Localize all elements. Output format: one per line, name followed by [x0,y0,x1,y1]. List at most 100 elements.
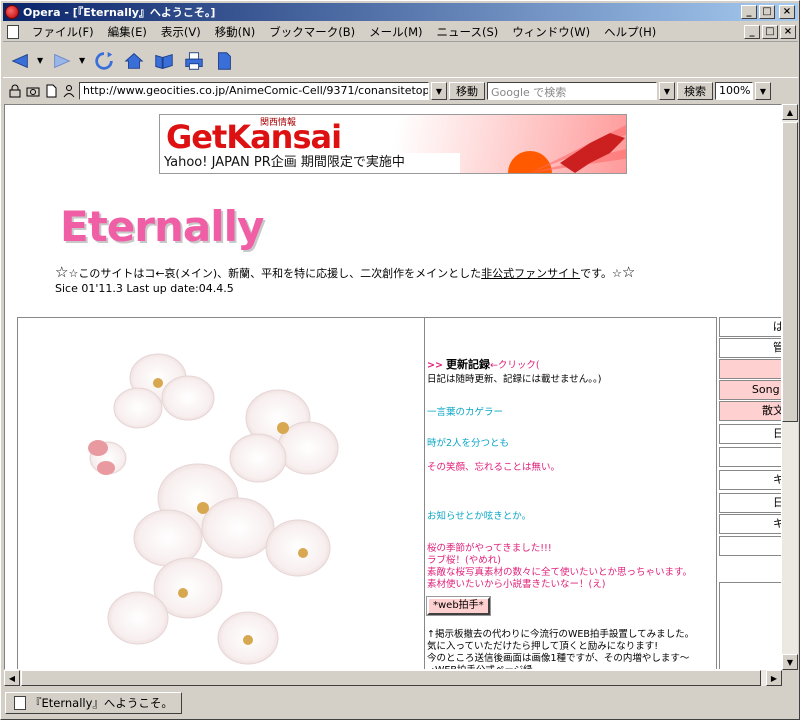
reload-icon[interactable] [91,48,117,74]
nav-item-9[interactable]: 日 [719,493,781,513]
page-tab-label: 『Eternally』へようこそ。 [30,696,173,710]
print-icon[interactable] [181,48,207,74]
banner-sun-graphic [508,125,626,173]
page-tab-icon [14,696,26,710]
zoom-dropdown-icon[interactable]: ▼ [755,82,771,100]
go-button[interactable]: 移動 [449,82,485,100]
menu-bar: ファイル(F) 編集(E) 表示(V) 移動(N) ブックマーク(B) メール(… [3,22,798,42]
back-icon[interactable] [7,48,33,74]
search-dropdown-icon[interactable]: ▼ [659,82,675,100]
updates-click-link[interactable]: ←クリック( [490,360,540,371]
nav-item-prose[interactable]: 散文 [719,401,781,421]
doc-minimize-button[interactable]: _ [744,24,760,39]
update-line-3: その笑顔、忘れることは無い。 [427,462,561,473]
forward-dropdown-icon[interactable]: ▼ [79,56,87,65]
web-clap-button[interactable]: *web拍手* [426,596,491,616]
cherry-blossom-image [17,317,425,669]
page-content: GetKansai 関西情報 Yahoo! JAPAN PR企画 期間限定で実施… [4,104,782,670]
scroll-up-icon[interactable]: ▲ [782,104,798,120]
banner-subtitle: Yahoo! JAPAN PR企画 期間限定で実施中 [160,153,460,173]
getkansai-banner[interactable]: GetKansai 関西情報 Yahoo! JAPAN PR企画 期間限定で実施… [159,114,627,174]
star-icon: ☆ [55,263,69,281]
updates-heading-line: >> 更新記録←クリック( [427,356,540,372]
updates-arrows: >> [427,360,443,371]
star-icon: ☆ [612,267,622,280]
scroll-down-icon[interactable]: ▼ [782,654,798,670]
horizontal-scroll-thumb[interactable] [21,670,761,686]
close-button[interactable]: × [779,5,795,19]
updates-panel: >> 更新記録←クリック( 日記は随時更新、記録には載せません。。) 一言葉のカ… [425,317,717,669]
browser-window: Opera - [『Eternally』へようこそ。] _ □ × ファイル(F… [0,0,800,720]
vertical-scroll-thumb[interactable] [782,122,798,422]
maximize-button[interactable]: □ [759,5,775,19]
vertical-scrollbar[interactable]: ▲ ▼ [782,104,798,670]
nav-item-2[interactable]: 管 [719,338,781,358]
update-line-1: 一言葉のカゲラー [427,407,504,418]
description-suffix: です。 [580,267,613,280]
banner-brand-caption: 関西情報 [260,118,297,128]
nav-item-11[interactable] [719,536,781,556]
nav-item-7[interactable] [719,447,781,467]
page-icon [7,24,19,39]
opera-logo-icon [5,5,19,19]
menu-bookmarks[interactable]: ブックマーク(B) [262,24,362,40]
scroll-left-icon[interactable]: ◀ [4,670,20,686]
address-toolbar: http://www.geocities.co.jp/AnimeComic-Ce… [3,80,798,102]
star-icon: ☆ [621,263,636,281]
home-icon[interactable] [121,48,147,74]
update-line-8: 素材使いたいから小説書きたいなー！(え) [427,579,606,590]
since-date: Sice 01'11.3 Last up date:04.4.5 [55,282,234,295]
navigation-toolbar: ▼ ▼ [3,44,798,78]
menu-mail[interactable]: メール(M) [362,24,429,40]
document-icon[interactable] [211,48,237,74]
zoom-input[interactable]: 100% [715,82,753,100]
doc-close-button[interactable]: × [780,24,796,39]
back-dropdown-icon[interactable]: ▼ [37,56,45,65]
nav-item-1[interactable]: ぱ [719,317,781,337]
horizontal-scrollbar[interactable]: ◀ ▶ [4,670,782,686]
site-logo: Eternally [60,202,264,251]
update-line-2: 時が2人を分つとも [427,438,510,449]
scroll-right-icon[interactable]: ▶ [766,670,782,686]
nav-item-6[interactable]: 日 [719,424,781,444]
menu-edit[interactable]: 編集(E) [101,24,154,40]
banner-brand: GetKansai [166,118,342,156]
blossom-illustration [88,353,339,665]
document-window-controls: _ □ × [744,24,798,39]
address-input[interactable]: http://www.geocities.co.jp/AnimeComic-Ce… [79,82,429,100]
window-title: Opera - [『Eternally』へようこそ。] [23,6,216,19]
nav-item-8[interactable]: キ [719,470,781,490]
menu-window[interactable]: ウィンドウ(W) [505,24,597,40]
forward-icon[interactable] [49,48,75,74]
fansite-link[interactable]: 非公式ファンサイト [481,267,580,280]
menu-help[interactable]: ヘルプ(H) [597,24,663,40]
hotlist-icon[interactable] [151,48,177,74]
update-line-12[interactable]: →WEB拍手公式ページ縁 [427,662,533,669]
description-prefix: ☆このサイトはコ←哀(メイン)、新蘭、平和を特に応援し、二次創作をメインとした [68,267,482,280]
lock-icon[interactable] [7,83,23,99]
menu-file[interactable]: ファイル(F) [25,24,101,40]
minimize-button[interactable]: _ [741,5,757,19]
updates-heading[interactable]: 更新記録 [446,358,490,371]
page-info-icon[interactable] [43,83,59,99]
user-icon[interactable] [61,83,77,99]
site-nav: ぱ 管 Song! 散文 日 キ 日 キ [717,317,781,669]
address-dropdown-icon[interactable]: ▼ [431,82,447,100]
nav-item-song[interactable]: Song! [719,380,781,400]
status-bar: 『Eternally』へようこそ。 [3,689,798,717]
search-input[interactable]: Google で検索 [487,82,657,100]
title-bar: Opera - [『Eternally』へようこそ。] _ □ × [3,3,798,21]
menu-view[interactable]: 表示(V) [154,24,208,40]
nav-item-3[interactable] [719,359,781,379]
updates-note: 日記は随時更新、記録には載せません。。) [427,374,602,385]
menu-news[interactable]: ニュース(S) [430,24,506,40]
nav-tail-box [719,582,781,669]
doc-restore-button[interactable]: □ [762,24,778,39]
site-description: ☆☆このサイトはコ←哀(メイン)、新蘭、平和を特に応援し、二次創作をメインとした… [55,263,635,281]
nav-item-10[interactable]: キ [719,514,781,534]
menu-navigation[interactable]: 移動(N) [208,24,263,40]
page-tab[interactable]: 『Eternally』へようこそ。 [5,692,182,714]
update-line-4: お知らせとか呟きとか。 [427,511,532,522]
camera-icon[interactable] [25,83,41,99]
search-button[interactable]: 検索 [677,82,713,100]
